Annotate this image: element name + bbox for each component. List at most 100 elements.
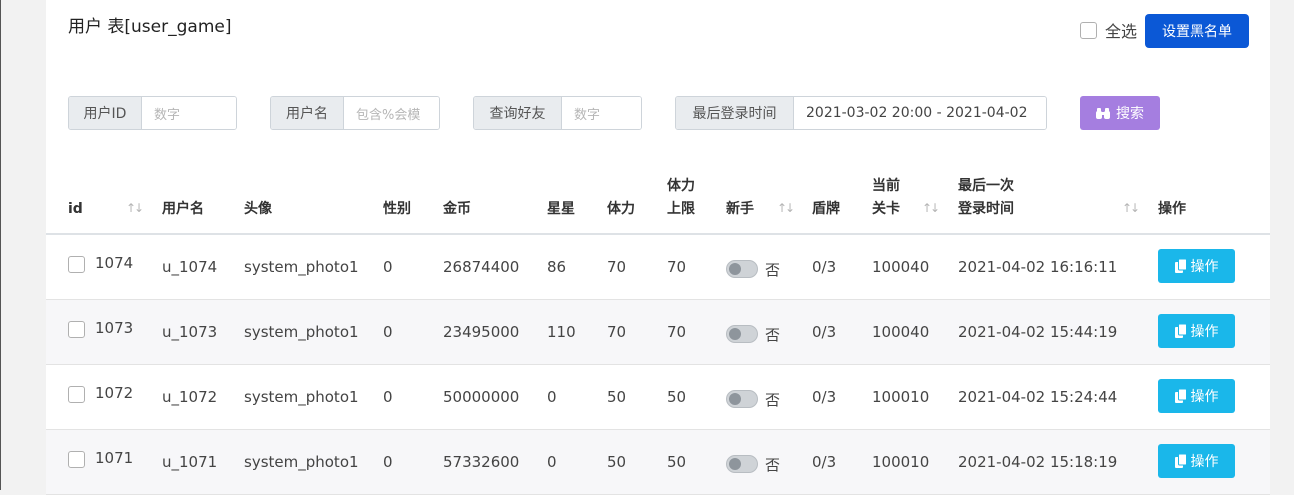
cell-last-login: 2021-04-02 15:24:44 xyxy=(958,388,1118,406)
filter-username-input[interactable]: 包含%会模 xyxy=(344,97,439,129)
row-action-button[interactable]: 操作 xyxy=(1158,314,1235,348)
col-header-avatar: 头像 xyxy=(244,201,272,217)
cell-level: 100040 xyxy=(872,323,930,341)
search-button-label: 搜索 xyxy=(1116,106,1144,122)
row-checkbox[interactable] xyxy=(68,386,85,403)
set-blacklist-button[interactable]: 设置黑名单 xyxy=(1145,14,1249,48)
cell-stamina: 70 xyxy=(607,323,627,341)
copy-icon xyxy=(1174,454,1187,468)
user-table-card: 用户 表[user_game] 全选 设置黑名单 用户ID 数字 用户名 包含%… xyxy=(46,0,1270,495)
cell-stars: 0 xyxy=(547,388,557,406)
window-left-border xyxy=(0,0,1,490)
filter-username-label: 用户名 xyxy=(271,97,344,129)
row-action-label: 操作 xyxy=(1190,389,1219,405)
col-header-stars: 星星 xyxy=(547,201,575,217)
cell-avatar: system_photo1 xyxy=(244,388,359,406)
table-row: 1071 u_1071 system_photo1 0 57332600 0 50 50 0/3… xyxy=(46,430,1270,495)
cell-stamina: 70 xyxy=(607,258,627,276)
cell-gender: 0 xyxy=(383,323,393,341)
col-header-gender: 性别 xyxy=(383,201,411,217)
sort-level-icon[interactable]: ↑↓ xyxy=(922,201,940,215)
cell-avatar: system_photo1 xyxy=(244,453,359,471)
cell-stars: 0 xyxy=(547,453,557,471)
filter-user-id: 用户ID 数字 xyxy=(68,96,237,130)
cell-stars: 86 xyxy=(547,258,567,276)
filter-username: 用户名 包含%会模 xyxy=(270,96,440,130)
filter-friend: 查询好友 数字 xyxy=(473,96,642,130)
select-all-label: 全选 xyxy=(1105,22,1138,41)
filter-friend-input[interactable]: 数字 xyxy=(562,97,641,129)
filter-user-id-label: 用户ID xyxy=(69,97,142,129)
cell-id: 1072 xyxy=(95,384,134,402)
cell-stamina: 50 xyxy=(607,453,627,471)
cell-username: u_1073 xyxy=(162,323,218,341)
cell-last-login: 2021-04-02 15:18:19 xyxy=(958,453,1118,471)
cell-stamina: 50 xyxy=(607,388,627,406)
copy-icon xyxy=(1174,389,1187,403)
col-header-shield: 盾牌 xyxy=(812,201,840,217)
cell-shield: 0/3 xyxy=(812,258,837,276)
cell-shield: 0/3 xyxy=(812,453,837,471)
row-action-button[interactable]: 操作 xyxy=(1158,249,1235,283)
col-header-last-login-line2[interactable]: 登录时间 xyxy=(958,198,1014,221)
newbie-toggle[interactable] xyxy=(726,455,758,473)
newbie-toggle-label: 否 xyxy=(765,326,781,344)
cell-level: 100040 xyxy=(872,258,930,276)
cell-avatar: system_photo1 xyxy=(244,323,359,341)
col-header-stamina: 体力 xyxy=(607,201,635,217)
col-header-last-login-line1: 最后一次 xyxy=(958,178,1014,194)
col-header-id[interactable]: id xyxy=(68,198,83,221)
page-title: 用户 表[user_game] xyxy=(68,17,232,37)
table-row: 1074 u_1074 system_photo1 0 26874400 86 70 70 0/… xyxy=(46,235,1270,300)
cell-last-login: 2021-04-02 16:16:11 xyxy=(958,258,1118,276)
filter-last-login-input[interactable]: 2021-03-02 20:00 - 2021-04-02 xyxy=(794,97,1046,129)
col-header-gold: 金币 xyxy=(443,201,471,217)
row-action-button[interactable]: 操作 xyxy=(1158,444,1235,478)
cell-level: 100010 xyxy=(872,453,930,471)
newbie-toggle[interactable] xyxy=(726,260,758,278)
table-row: 1073 u_1073 system_photo1 0 23495000 110 70 70 0… xyxy=(46,300,1270,365)
newbie-toggle[interactable] xyxy=(726,390,758,408)
select-all-control[interactable]: 全选 xyxy=(1080,18,1137,42)
sort-last-login-icon[interactable]: ↑↓ xyxy=(1122,201,1140,215)
cell-username: u_1072 xyxy=(162,388,218,406)
filter-friend-label: 查询好友 xyxy=(474,97,562,129)
cell-shield: 0/3 xyxy=(812,388,837,406)
row-action-button[interactable]: 操作 xyxy=(1158,379,1235,413)
col-header-action: 操作 xyxy=(1158,201,1186,217)
cell-stamina-max: 50 xyxy=(667,453,687,471)
filter-last-login-label: 最后登录时间 xyxy=(676,97,794,129)
filter-last-login: 最后登录时间 2021-03-02 20:00 - 2021-04-02 xyxy=(675,96,1047,130)
cell-username: u_1071 xyxy=(162,453,218,471)
col-header-newbie[interactable]: 新手 xyxy=(726,198,754,221)
cell-avatar: system_photo1 xyxy=(244,258,359,276)
row-action-label: 操作 xyxy=(1190,259,1219,275)
cell-id: 1071 xyxy=(95,449,134,467)
col-header-level-line2[interactable]: 关卡 xyxy=(872,198,900,221)
cell-last-login: 2021-04-02 15:44:19 xyxy=(958,323,1118,341)
cell-id: 1074 xyxy=(95,254,134,272)
row-checkbox[interactable] xyxy=(68,256,85,273)
binoculars-icon xyxy=(1096,107,1110,119)
sort-id-icon[interactable]: ↑↓ xyxy=(126,201,144,215)
copy-icon xyxy=(1174,259,1187,273)
cell-level: 100010 xyxy=(872,388,930,406)
cell-gender: 0 xyxy=(383,453,393,471)
col-header-stamina-max-line2: 上限 xyxy=(667,201,695,217)
newbie-toggle[interactable] xyxy=(726,325,758,343)
sort-newbie-icon[interactable]: ↑↓ xyxy=(777,201,795,215)
search-button[interactable]: 搜索 xyxy=(1080,96,1160,130)
row-checkbox[interactable] xyxy=(68,321,85,338)
row-action-label: 操作 xyxy=(1190,454,1219,470)
select-all-checkbox[interactable] xyxy=(1080,21,1097,39)
newbie-toggle-label: 否 xyxy=(765,456,781,474)
newbie-toggle-label: 否 xyxy=(765,391,781,409)
cell-gender: 0 xyxy=(383,388,393,406)
copy-icon xyxy=(1174,324,1187,338)
cell-shield: 0/3 xyxy=(812,323,837,341)
row-checkbox[interactable] xyxy=(68,451,85,468)
table-row: 1072 u_1072 system_photo1 0 50000000 0 50 50 0/3… xyxy=(46,365,1270,430)
cell-stars: 110 xyxy=(547,323,576,341)
filter-user-id-input[interactable]: 数字 xyxy=(142,97,236,129)
col-header-level-line1: 当前 xyxy=(872,178,900,194)
